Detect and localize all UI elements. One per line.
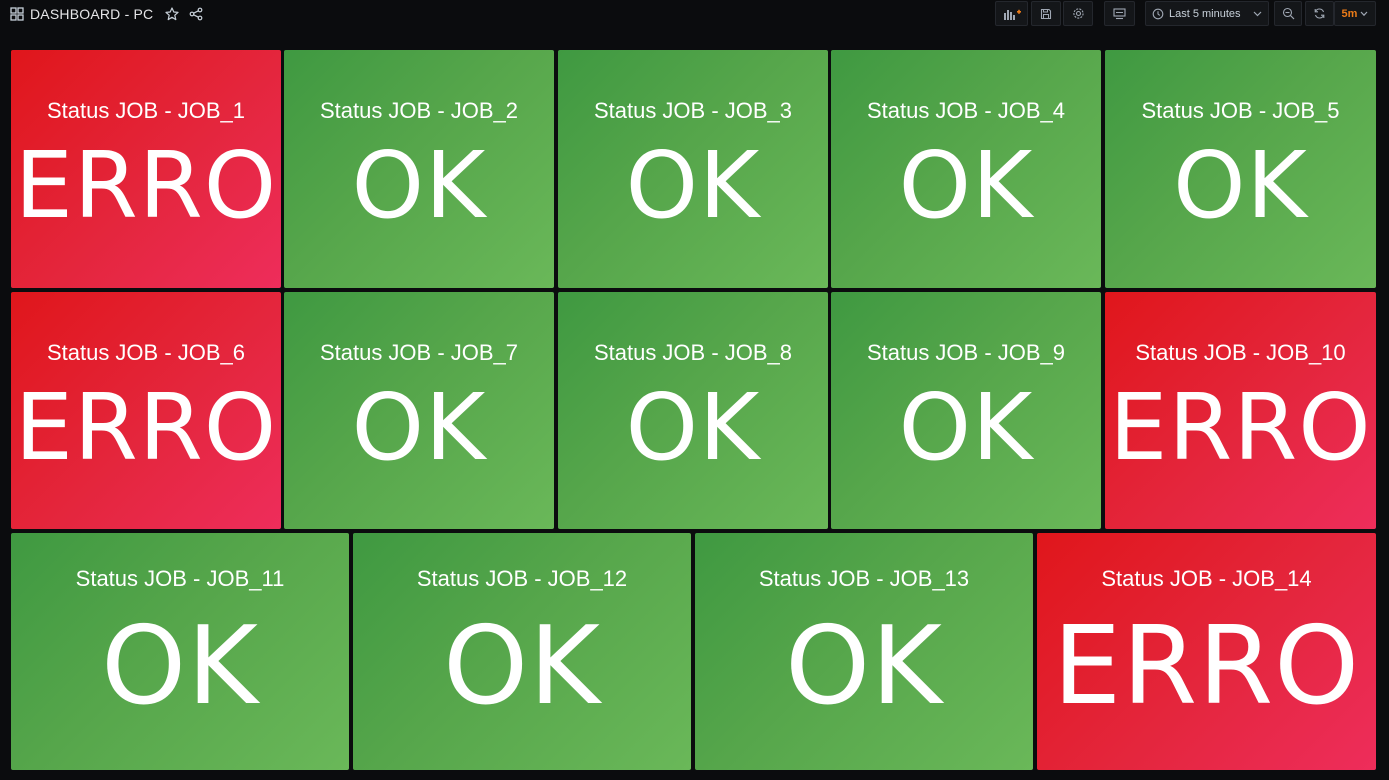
dashboard-grid: Status JOB - JOB_1 ERRO Status JOB - JOB… bbox=[0, 0, 1389, 780]
status-panel-job-11[interactable]: Status JOB - JOB_11 OK bbox=[11, 533, 349, 770]
status-panel-job-2[interactable]: Status JOB - JOB_2 OK bbox=[284, 50, 554, 288]
panel-title: Status JOB - JOB_4 bbox=[866, 98, 1066, 123]
panel-value: OK bbox=[351, 374, 487, 481]
panel-value: OK bbox=[625, 132, 761, 239]
status-panel-job-12[interactable]: Status JOB - JOB_12 OK bbox=[353, 533, 691, 770]
panel-value: OK bbox=[898, 132, 1034, 239]
status-panel-job-8[interactable]: Status JOB - JOB_8 OK bbox=[558, 292, 828, 529]
panel-value: ERRO bbox=[14, 374, 278, 481]
panel-value: OK bbox=[785, 604, 943, 729]
panel-title: Status JOB - JOB_13 bbox=[758, 566, 970, 591]
panel-title: Status JOB - JOB_5 bbox=[1141, 98, 1340, 123]
panel-value: ERRO bbox=[1109, 374, 1372, 481]
status-panel-job-7[interactable]: Status JOB - JOB_7 OK bbox=[284, 292, 554, 529]
panel-title: Status JOB - JOB_2 bbox=[319, 98, 519, 123]
panel-title: Status JOB - JOB_3 bbox=[593, 98, 793, 123]
panel-title: Status JOB - JOB_12 bbox=[416, 566, 628, 591]
panel-title: Status JOB - JOB_7 bbox=[319, 340, 519, 365]
panel-value: OK bbox=[625, 374, 761, 481]
panel-value: ERRO bbox=[14, 132, 278, 239]
panel-title: Status JOB - JOB_14 bbox=[1101, 566, 1312, 591]
status-panel-job-9[interactable]: Status JOB - JOB_9 OK bbox=[831, 292, 1101, 529]
status-panel-job-4[interactable]: Status JOB - JOB_4 OK bbox=[831, 50, 1101, 288]
panel-title: Status JOB - JOB_11 bbox=[75, 566, 285, 591]
status-panel-job-6[interactable]: Status JOB - JOB_6 ERRO bbox=[11, 292, 281, 529]
panel-title: Status JOB - JOB_6 bbox=[46, 340, 246, 365]
panel-title: Status JOB - JOB_9 bbox=[866, 340, 1066, 365]
status-panel-job-10[interactable]: Status JOB - JOB_10 ERRO bbox=[1105, 292, 1376, 529]
panel-value: OK bbox=[898, 374, 1034, 481]
panel-value: OK bbox=[351, 132, 487, 239]
status-panel-job-1[interactable]: Status JOB - JOB_1 ERRO bbox=[11, 50, 281, 288]
panel-title: Status JOB - JOB_10 bbox=[1135, 340, 1346, 365]
status-panel-job-13[interactable]: Status JOB - JOB_13 OK bbox=[695, 533, 1033, 770]
panel-title: Status JOB - JOB_8 bbox=[593, 340, 793, 365]
status-panel-job-5[interactable]: Status JOB - JOB_5 OK bbox=[1105, 50, 1376, 288]
status-panel-job-3[interactable]: Status JOB - JOB_3 OK bbox=[558, 50, 828, 288]
panel-value: ERRO bbox=[1052, 604, 1361, 729]
panel-value: OK bbox=[1173, 132, 1308, 239]
panel-value: OK bbox=[443, 604, 601, 729]
panel-title: Status JOB - JOB_1 bbox=[46, 98, 246, 123]
panel-value: OK bbox=[101, 604, 259, 729]
status-panel-job-14[interactable]: Status JOB - JOB_14 ERRO bbox=[1037, 533, 1376, 770]
